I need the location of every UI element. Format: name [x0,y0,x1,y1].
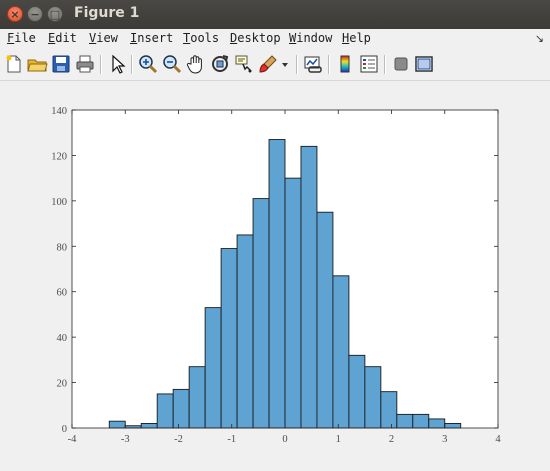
histogram-bar [332,275,350,429]
histogram-bar [380,391,398,429]
menu-window[interactable]: Window [289,31,332,45]
x-tick-label: 4 [495,434,501,445]
rotate-3d-icon[interactable] [209,53,231,75]
toolbar-separator [100,55,102,74]
menu-file[interactable]: File [7,31,36,45]
histogram-bar [252,198,270,429]
legend-icon[interactable] [358,53,380,75]
y-tick-label: 140 [51,106,67,117]
y-tick-label: 60 [57,288,68,299]
menu-bar: File Edit View Insert Tools Desktop Wind… [0,29,550,49]
x-tick-label: 0 [282,434,287,445]
histogram-bar [204,307,222,429]
menu-desktop[interactable]: Desktop [230,31,281,45]
colorbar-icon[interactable] [334,53,356,75]
zoom-in-icon[interactable] [137,53,159,75]
window-title: Figure 1 [74,5,140,21]
hide-plot-tools-icon[interactable] [390,53,412,75]
x-tick-label: -1 [227,434,236,445]
close-icon: × [10,7,20,21]
y-tick-label: 120 [51,151,67,162]
x-tick-label: -3 [121,434,130,445]
histogram-bar [284,177,302,429]
menu-help[interactable]: Help [342,31,371,45]
pan-hand-icon[interactable] [185,53,207,75]
x-tick-label: 1 [336,434,341,445]
histogram-bar [108,420,126,429]
toolbar-separator [328,55,330,74]
minimize-window-button[interactable]: − [27,6,43,22]
open-folder-icon[interactable] [26,53,48,75]
menu-insert[interactable]: Insert [130,31,173,45]
minimize-icon: − [30,7,40,21]
y-tick-label: 40 [57,333,68,344]
histogram-plot[interactable]: -4 -3 -2 -1 0 1 2 3 4020406080100120140 [0,81,550,471]
histogram-bar [412,413,430,429]
y-tick-label: 0 [62,424,67,435]
new-file-icon[interactable] [3,53,25,75]
histogram-bar [300,145,318,429]
histogram-bar [268,139,286,429]
histogram-bar [396,413,414,429]
brush-icon[interactable] [257,53,279,75]
histogram-bar [188,366,206,429]
histogram-bar [444,423,462,429]
dropdown-arrow-icon[interactable] [279,53,291,75]
x-tick-label: -4 [68,434,77,445]
figure-toolbar [0,49,550,81]
histogram-bar [348,354,366,429]
histogram-bar [364,366,382,429]
histogram-bar [156,393,174,429]
x-tick-label: 2 [389,434,394,445]
select-arrow-icon[interactable] [106,53,128,75]
histogram-bar [172,388,190,429]
x-tick-label: 3 [442,434,447,445]
x-tick-label: -2 [174,434,183,445]
y-tick-label: 80 [57,242,68,253]
histogram-bar [428,418,446,429]
close-window-button[interactable]: × [7,6,23,22]
zoom-out-icon[interactable] [161,53,183,75]
data-cursor-icon[interactable] [233,53,255,75]
menu-tools[interactable]: Tools [183,31,219,45]
y-tick-label: 100 [51,197,67,208]
print-icon[interactable] [74,53,96,75]
menu-edit[interactable]: Edit [48,31,77,45]
maximize-window-button[interactable]: □ [47,6,63,22]
title-bar: × − □ Figure 1 [0,0,550,30]
maximize-icon: □ [49,7,61,21]
histogram-bar [140,423,158,429]
y-tick-label: 20 [57,379,68,390]
histogram-bar [316,211,334,429]
toolbar-separator [131,55,133,74]
toolbar-separator [384,55,386,74]
show-plot-tools-icon[interactable] [413,53,435,75]
menu-view[interactable]: View [89,31,118,45]
toolbar-separator [296,55,298,74]
save-icon[interactable] [50,53,72,75]
link-plot-icon[interactable] [302,53,324,75]
histogram-bar [220,248,238,429]
histogram-bar [236,234,254,429]
figure-canvas: -4 -3 -2 -1 0 1 2 3 4 0 20 40 60 80 100 120 140 [0,81,550,471]
dock-figure-icon[interactable]: ↘ [535,32,544,45]
